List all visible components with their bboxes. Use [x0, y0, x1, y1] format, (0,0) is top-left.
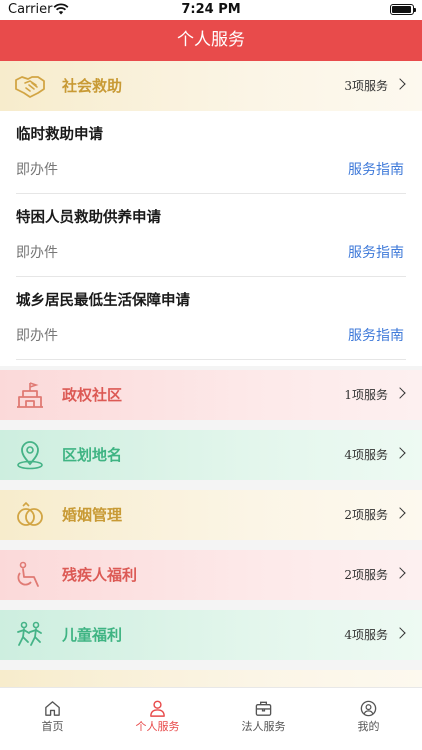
chevron-right-icon	[394, 567, 406, 579]
service-title: 城乡居民最低生活保障申请	[16, 293, 190, 309]
service-count: 4项服务	[344, 628, 388, 642]
page-title: 个人服务	[177, 30, 245, 50]
person-icon	[150, 700, 165, 717]
category-title: 儿童福利	[62, 626, 123, 644]
category-title: 政权社区	[62, 386, 123, 404]
user-circle-icon	[360, 700, 377, 717]
service-guide-link[interactable]: 服务指南	[348, 242, 404, 262]
briefcase-icon	[255, 701, 272, 716]
tab-label: 我的	[357, 720, 380, 733]
service-count: 2项服务	[344, 508, 388, 522]
tab-corporate-services[interactable]: 法人服务	[211, 688, 316, 750]
category-title: 社会救助	[62, 77, 123, 95]
category-next-partial[interactable]	[0, 670, 422, 687]
category-title: 区划地名	[62, 446, 123, 464]
tab-label: 首页	[41, 720, 64, 733]
service-type: 即办件	[16, 245, 58, 261]
service-guide-link[interactable]: 服务指南	[348, 325, 404, 345]
chevron-right-icon	[394, 447, 406, 459]
category-place-names[interactable]: 区划地名 4项服务	[0, 430, 422, 480]
wheelchair-icon	[17, 561, 39, 587]
chevron-right-icon	[394, 78, 406, 90]
category-marriage[interactable]: 婚姻管理 2项服务	[0, 490, 422, 540]
tab-mine[interactable]: 我的	[316, 688, 421, 750]
category-community[interactable]: 政权社区 1项服务	[0, 370, 422, 420]
chevron-right-icon	[394, 627, 406, 639]
list-item[interactable]: 城乡居民最低生活保障申请 即办件 服务指南	[16, 277, 406, 360]
service-type: 即办件	[16, 162, 58, 178]
service-count: 2项服务	[344, 568, 388, 582]
clock: 7:24 PM	[181, 2, 241, 17]
list-item[interactable]: 临时救助申请 即办件 服务指南	[16, 111, 406, 194]
service-list: 社会救助 3项服务 临时救助申请 即办件 服务指南 特困人员救助供养申请 即办件…	[0, 61, 422, 687]
service-count: 3项服务	[344, 79, 388, 93]
government-building-icon	[17, 382, 43, 408]
interlocked-rings-icon	[17, 501, 43, 526]
service-title: 特困人员救助供养申请	[16, 210, 161, 226]
service-type: 即办件	[16, 328, 58, 344]
service-guide-link[interactable]: 服务指南	[348, 159, 404, 179]
service-items: 临时救助申请 即办件 服务指南 特困人员救助供养申请 即办件 服务指南 城乡居民…	[0, 111, 422, 366]
children-running-icon	[17, 621, 42, 646]
bottom-tab-bar: 首页 个人服务 法人服务 我的	[0, 687, 422, 750]
service-title: 临时救助申请	[16, 127, 103, 143]
service-count: 4项服务	[344, 448, 388, 462]
handshake-icon	[15, 76, 45, 98]
service-count: 1项服务	[344, 388, 388, 402]
tab-home[interactable]: 首页	[0, 688, 105, 750]
category-child-welfare[interactable]: 儿童福利 4项服务	[0, 610, 422, 660]
home-icon	[45, 701, 60, 716]
tab-label: 法人服务	[241, 720, 286, 733]
category-social-assistance[interactable]: 社会救助 3项服务	[0, 61, 422, 111]
category-title: 婚姻管理	[62, 506, 123, 524]
chevron-right-icon	[394, 387, 406, 399]
chevron-right-icon	[394, 507, 406, 519]
tab-label: 个人服务	[135, 720, 180, 733]
list-item[interactable]: 特困人员救助供养申请 即办件 服务指南	[16, 194, 406, 277]
tab-personal-services[interactable]: 个人服务	[105, 688, 210, 750]
category-disability-welfare[interactable]: 残疾人福利 2项服务	[0, 550, 422, 600]
page-header: 个人服务	[0, 20, 422, 61]
category-title: 残疾人福利	[62, 566, 138, 584]
map-pin-icon	[17, 441, 43, 470]
battery-icon	[390, 4, 416, 15]
status-bar: Carrier 7:24 PM	[0, 0, 422, 20]
